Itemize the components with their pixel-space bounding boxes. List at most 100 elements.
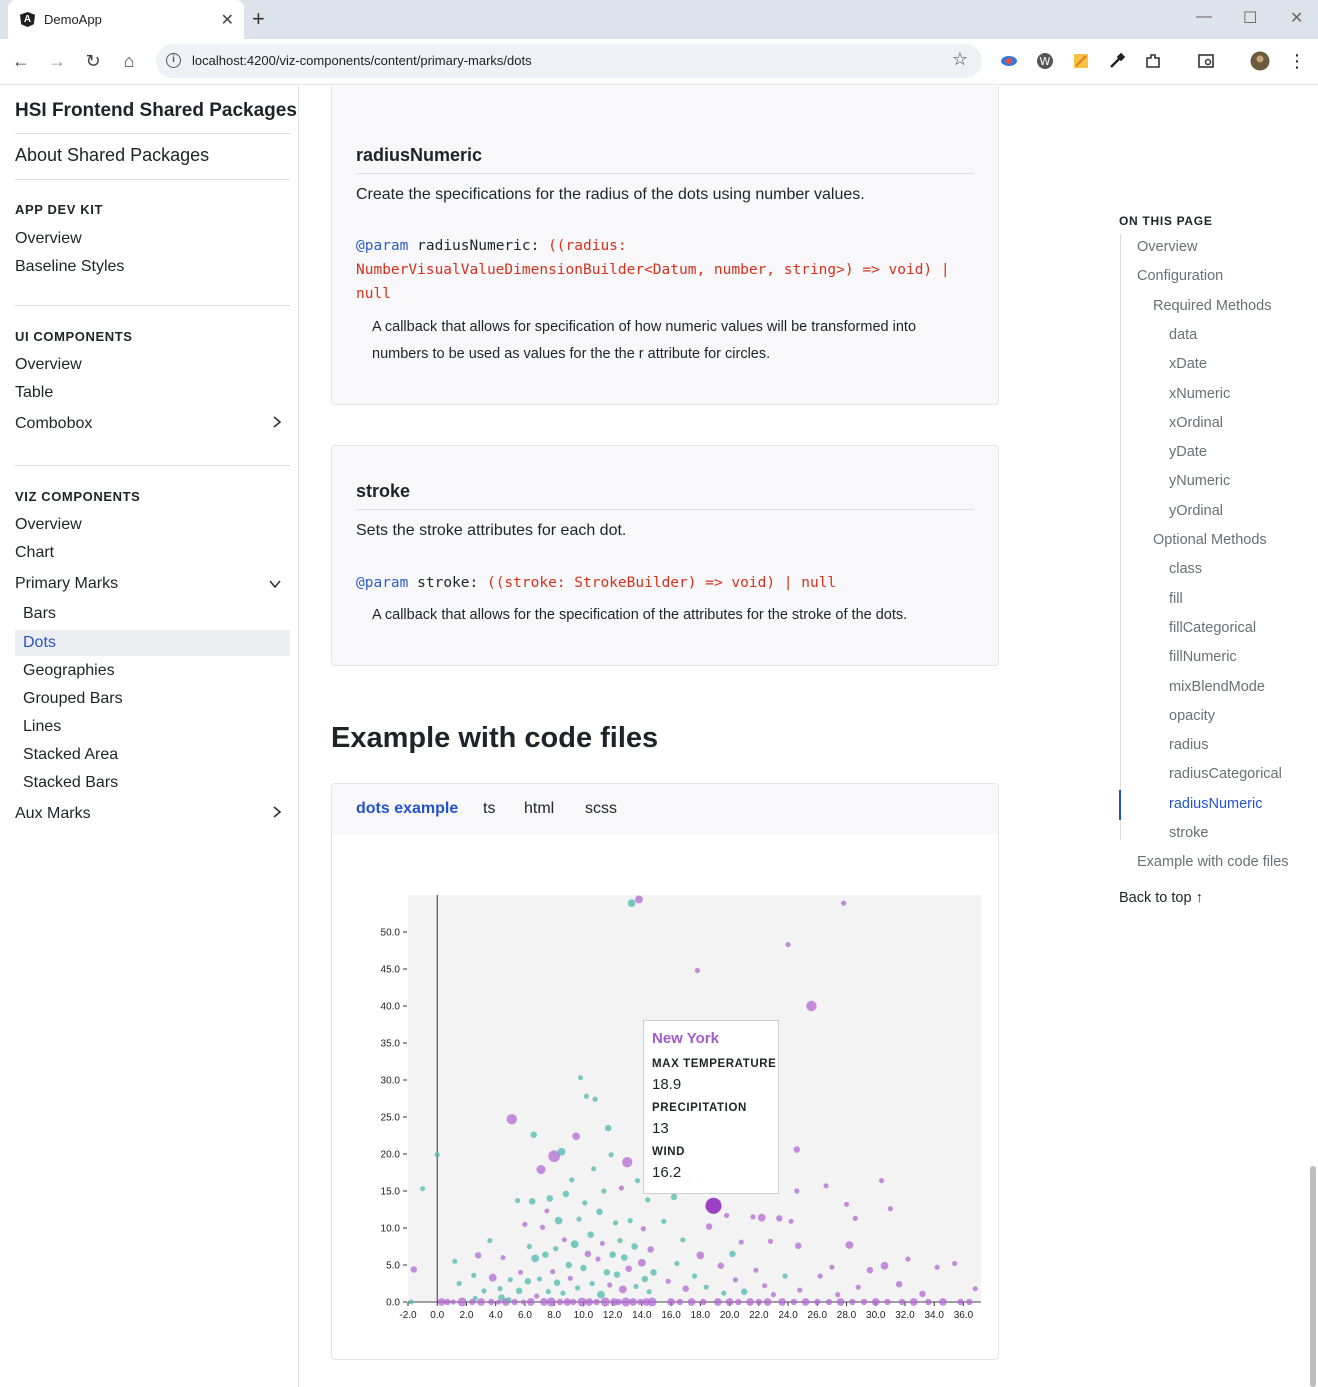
sidebar-item-table[interactable]: Table xyxy=(15,380,290,406)
browser-tab[interactable]: A DemoApp ✕ xyxy=(8,0,244,39)
data-dot xyxy=(530,1131,537,1139)
toc-item-fillnumeric[interactable]: fillNumeric xyxy=(1169,649,1237,665)
data-dot xyxy=(794,1188,800,1194)
brand-title[interactable]: HSI Frontend Shared Packages xyxy=(15,100,297,122)
data-dot xyxy=(694,967,701,974)
sidebar-item-geographies[interactable]: Geographies xyxy=(15,658,290,684)
toc-item-ydate[interactable]: yDate xyxy=(1169,444,1207,460)
toc-item-opacity[interactable]: opacity xyxy=(1169,708,1215,724)
data-dot xyxy=(577,1075,583,1081)
site-info-icon[interactable]: i xyxy=(166,53,181,68)
maximize-icon[interactable]: ☐ xyxy=(1243,8,1257,28)
tab-scss[interactable]: scss xyxy=(585,800,617,818)
data-dot xyxy=(757,1213,766,1222)
minimize-icon[interactable]: — xyxy=(1196,8,1212,26)
data-dot xyxy=(696,1251,705,1260)
chevron-right-icon[interactable] xyxy=(272,411,282,437)
data-dot xyxy=(534,1293,540,1299)
eyedropper-icon[interactable] xyxy=(1107,51,1127,71)
toc-item-example-with-code-files[interactable]: Example with code files xyxy=(1137,854,1289,870)
tooltip-value: 16.2 xyxy=(652,1164,682,1181)
toc-item-radiusnumeric[interactable]: radiusNumeric xyxy=(1169,796,1262,812)
sidebar-item-baseline-styles[interactable]: Baseline Styles xyxy=(15,254,290,280)
data-dot xyxy=(539,1224,546,1230)
sidebar-item-stacked-area[interactable]: Stacked Area xyxy=(15,742,290,768)
data-dot xyxy=(860,1298,868,1306)
sidebar-item-grouped-bars[interactable]: Grouped Bars xyxy=(15,686,290,712)
toc-item-overview[interactable]: Overview xyxy=(1137,239,1197,255)
new-tab-icon[interactable]: + xyxy=(252,8,265,30)
sidebar-item-stacked-bars[interactable]: Stacked Bars xyxy=(15,770,290,796)
tab-dots-example[interactable]: dots example xyxy=(356,800,458,818)
toc-item-radiuscategorical[interactable]: radiusCategorical xyxy=(1169,766,1282,782)
home-icon[interactable]: ⌂ xyxy=(118,50,140,72)
toc-item-xordinal[interactable]: xOrdinal xyxy=(1169,415,1223,431)
extension-eye-icon[interactable] xyxy=(999,51,1019,71)
data-dot xyxy=(645,1197,651,1203)
sidebar-item-viz-overview[interactable]: Overview xyxy=(15,512,290,538)
data-dot xyxy=(795,1242,802,1250)
sidebar-item-aux-marks[interactable]: Aux Marks xyxy=(15,801,290,827)
forward-icon[interactable]: → xyxy=(46,50,68,72)
tab-ts[interactable]: ts xyxy=(483,800,495,818)
toc-item-radius[interactable]: radius xyxy=(1169,737,1209,753)
toc-item-xdate[interactable]: xDate xyxy=(1169,356,1207,372)
param-type: ((stroke: StrokeBuilder) => void) | null xyxy=(486,575,837,591)
toc-item-stroke[interactable]: stroke xyxy=(1169,825,1209,841)
sidebar-item-ui-overview[interactable]: Overview xyxy=(15,352,290,378)
data-dot xyxy=(450,1299,456,1305)
toc-item-fill[interactable]: fill xyxy=(1169,591,1183,607)
toc-item-xnumeric[interactable]: xNumeric xyxy=(1169,386,1230,402)
data-dot xyxy=(567,1275,573,1281)
browser-menu-icon[interactable]: ⋮ xyxy=(1287,51,1307,71)
sidebar-item-primary-marks[interactable]: Primary Marks xyxy=(15,571,290,597)
toc-item-yordinal[interactable]: yOrdinal xyxy=(1169,503,1223,519)
toc-item-fillcategorical[interactable]: fillCategorical xyxy=(1169,620,1256,636)
method-title: stroke xyxy=(356,481,411,501)
toc-item-optional-methods[interactable]: Optional Methods xyxy=(1153,532,1267,548)
chevron-right-icon[interactable] xyxy=(272,801,282,827)
sidebar-item-combobox[interactable]: Combobox xyxy=(15,411,290,437)
bookmark-star-icon[interactable]: ☆ xyxy=(952,49,968,70)
data-dot xyxy=(537,1276,543,1282)
x-tick-label: 14.0 xyxy=(632,1310,652,1321)
data-dot xyxy=(605,1124,612,1132)
param-type: null xyxy=(356,286,391,302)
data-dot xyxy=(785,941,791,948)
data-dot xyxy=(880,1261,889,1270)
data-dot xyxy=(849,1298,856,1306)
extensions-puzzle-icon[interactable] xyxy=(1143,51,1163,71)
back-icon[interactable]: ← xyxy=(10,50,32,72)
sidebar-item-about[interactable]: About Shared Packages xyxy=(15,145,209,166)
tab-search-icon[interactable] xyxy=(1196,51,1216,71)
data-dot xyxy=(621,1297,631,1307)
data-dot xyxy=(738,1239,744,1245)
toc-item-data[interactable]: data xyxy=(1169,327,1197,343)
sidebar-item-dots[interactable]: Dots xyxy=(15,630,290,656)
data-dot xyxy=(939,1298,947,1306)
profile-avatar[interactable] xyxy=(1250,51,1270,71)
sidebar-item-lines[interactable]: Lines xyxy=(15,714,290,740)
close-tab-icon[interactable]: ✕ xyxy=(221,10,234,30)
extension-note-icon[interactable] xyxy=(1071,51,1091,71)
tab-html[interactable]: html xyxy=(524,800,554,818)
chevron-down-icon[interactable] xyxy=(268,571,282,597)
sidebar-item-bars[interactable]: Bars xyxy=(15,601,290,627)
window-close-icon[interactable]: ✕ xyxy=(1290,8,1303,28)
sidebar-item-chart[interactable]: Chart xyxy=(15,540,290,566)
back-to-top-link[interactable]: Back to top ↑ xyxy=(1119,890,1203,906)
reload-icon[interactable]: ↻ xyxy=(82,50,104,72)
page-scrollbar[interactable] xyxy=(1310,1166,1316,1387)
toc-item-required-methods[interactable]: Required Methods xyxy=(1153,298,1272,314)
toc-item-configuration[interactable]: Configuration xyxy=(1137,268,1223,284)
url-text[interactable]: localhost:4200/viz-components/content/pr… xyxy=(192,53,532,68)
toc-item-mixblendmode[interactable]: mixBlendMode xyxy=(1169,679,1265,695)
toc-item-class[interactable]: class xyxy=(1169,561,1202,577)
data-dot xyxy=(560,1290,566,1296)
data-dot xyxy=(782,1273,788,1279)
sidebar-item-app-overview[interactable]: Overview xyxy=(15,226,290,252)
address-bar[interactable]: i localhost:4200/viz-components/content/… xyxy=(156,44,982,78)
data-dot xyxy=(569,1177,575,1183)
toc-item-ynumeric[interactable]: yNumeric xyxy=(1169,473,1230,489)
extension-w-icon[interactable]: W xyxy=(1035,51,1055,71)
